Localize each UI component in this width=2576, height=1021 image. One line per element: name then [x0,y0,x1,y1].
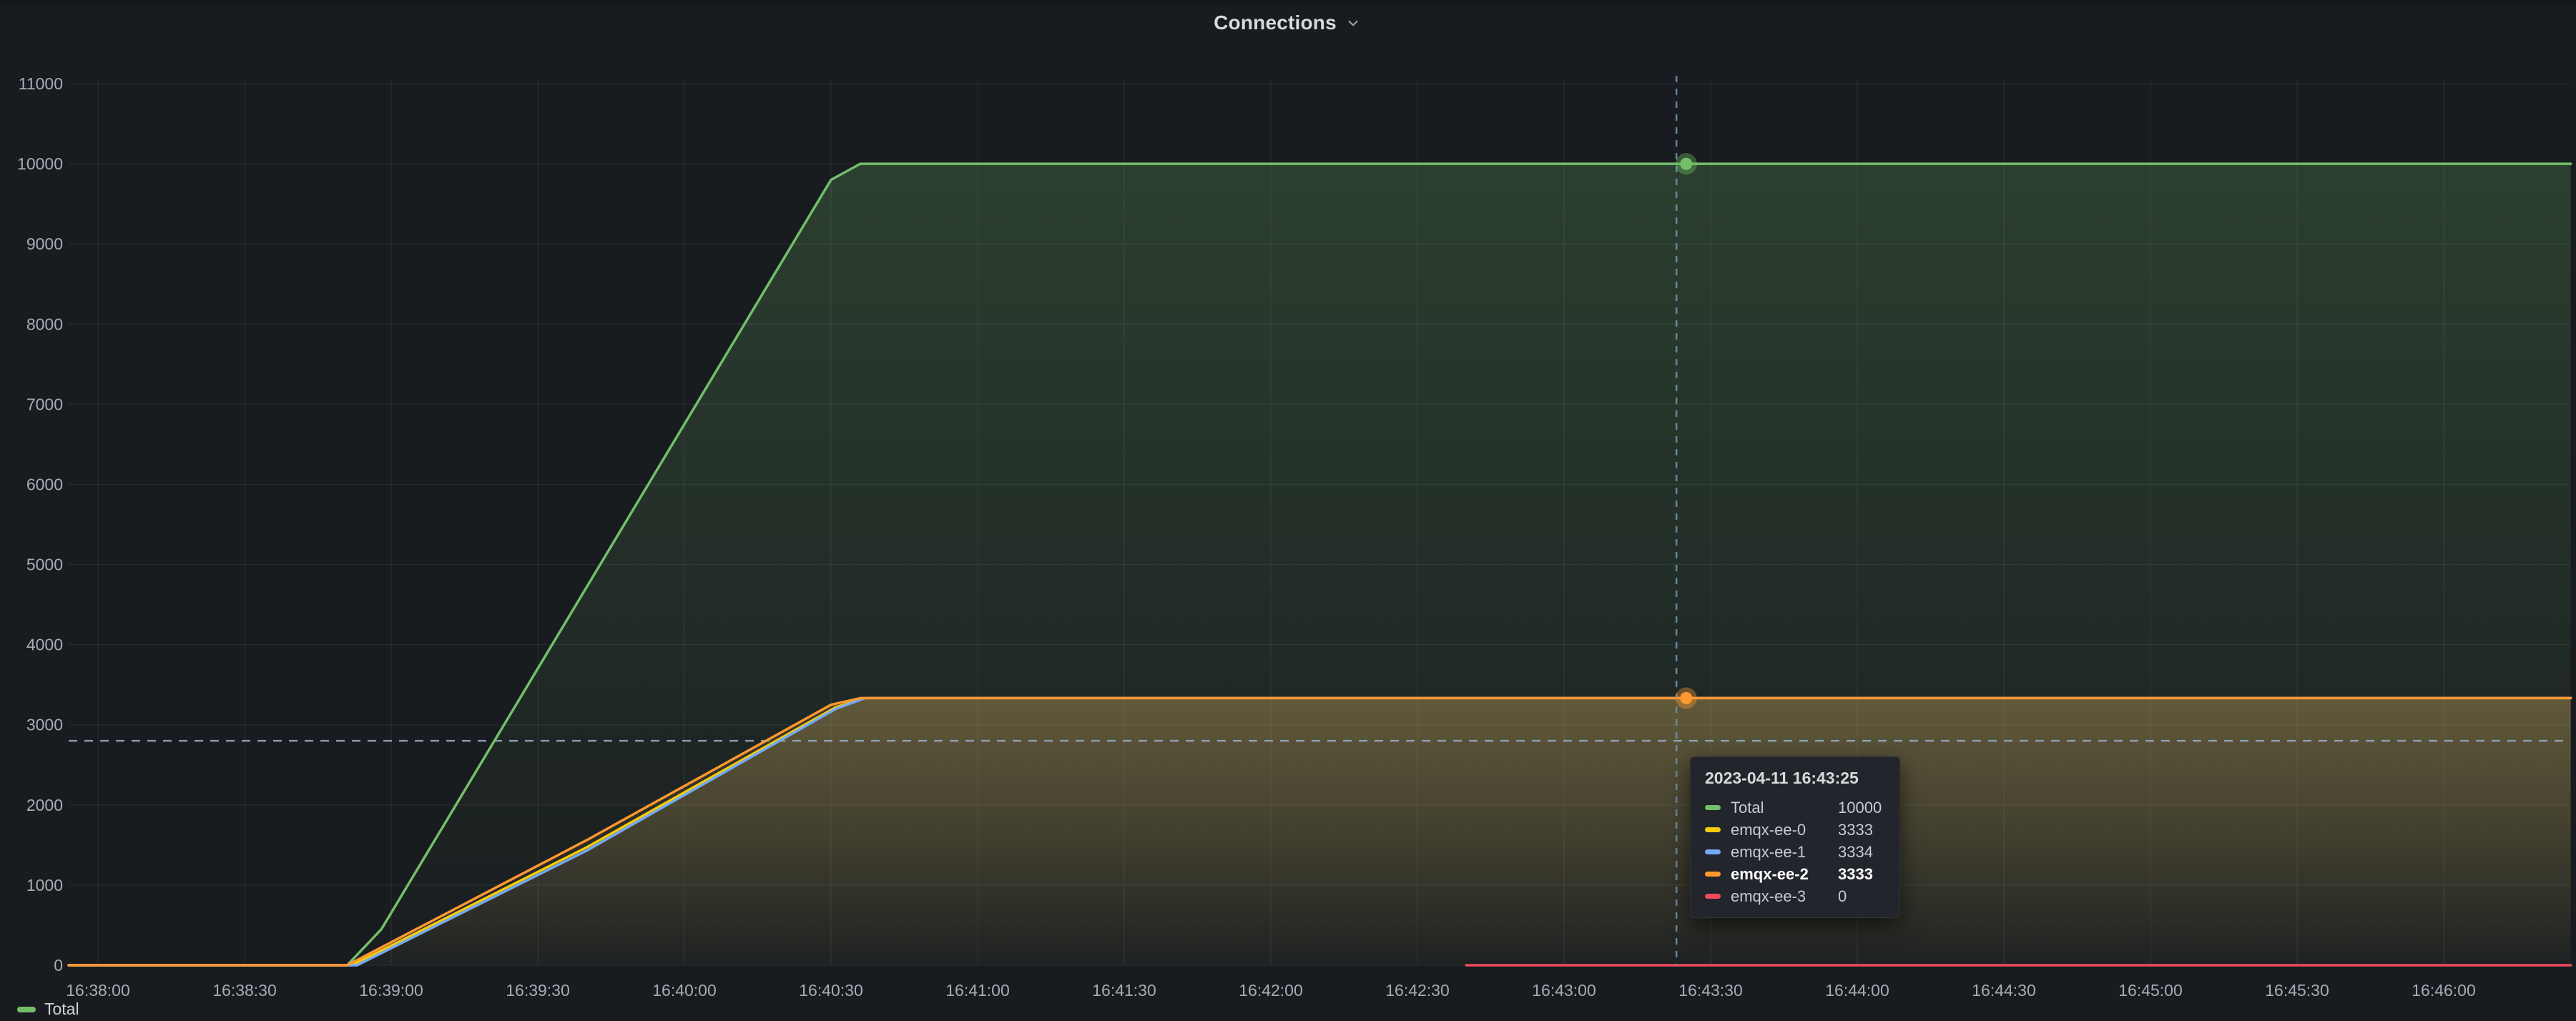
tooltip-row: emqx-ee-2 3333 [1705,863,1885,885]
x-tick-label: 16:38:00 [66,981,130,1000]
series-swatch-total [1705,805,1721,810]
tooltip: 2023-04-11 16:43:25 Total 10000 emqx-ee-… [1690,756,1900,918]
x-tick-label: 16:44:00 [1825,981,1889,1000]
tooltip-series-label: emqx-ee-2 [1731,865,1838,884]
hover-marker-emqx-ee-2 [1680,692,1692,704]
tooltip-row: emqx-ee-3 0 [1705,885,1885,907]
timeseries-chart-canvas[interactable]: 0 1000 2000 3000 4000 5000 6000 7000 8000 9000 100… [0,0,2576,1021]
x-tick-label: 16:43:00 [1532,981,1596,1000]
x-tick-label: 16:44:30 [1972,981,2036,1000]
y-tick-label: 4000 [26,636,63,654]
panel-header[interactable]: Connections [0,7,2576,39]
y-tick-label: 0 [54,956,63,975]
x-tick-label: 16:42:00 [1239,981,1303,1000]
tooltip-row: Total 10000 [1705,796,1885,819]
x-tick-label: 16:41:30 [1092,981,1156,1000]
series-swatch-emqx-ee-3 [1705,894,1721,899]
x-tick-label: 16:45:30 [2265,981,2329,1000]
tooltip-row: emqx-ee-0 3333 [1705,819,1885,841]
y-tick-label: 11000 [19,74,63,93]
y-tick-label: 2000 [26,796,63,814]
x-tick-label: 16:42:30 [1385,981,1450,1000]
y-tick-label: 7000 [26,395,63,413]
x-tick-label: 16:38:30 [212,981,277,1000]
tooltip-row: emqx-ee-1 3334 [1705,841,1885,863]
y-tick-label: 6000 [26,475,63,493]
x-tick-label: 16:46:00 [2412,981,2476,1000]
panel-title: Connections [1214,11,1337,34]
y-tick-label: 3000 [26,716,63,734]
tooltip-timestamp: 2023-04-11 16:43:25 [1705,769,1885,788]
series-swatch-emqx-ee-1 [1705,849,1721,854]
y-tick-label: 5000 [26,556,63,574]
chevron-down-icon [1344,14,1362,32]
tooltip-series-value: 3333 [1838,865,1885,884]
series-swatch-emqx-ee-2 [1705,872,1721,877]
x-tick-label: 16:43:30 [1678,981,1743,1000]
legend: Total [17,1000,79,1019]
tooltip-series-value: 3333 [1838,821,1885,839]
x-tick-label: 16:39:00 [359,981,423,1000]
hover-marker-total [1680,158,1692,170]
y-tick-label: 10000 [17,154,63,173]
x-tick-label: 16:41:00 [945,981,1010,1000]
tooltip-series-label: emqx-ee-1 [1731,843,1838,862]
tooltip-series-label: Total [1731,799,1838,817]
x-tick-label: 16:40:30 [799,981,863,1000]
tooltip-series-label: emqx-ee-0 [1731,821,1838,839]
legend-swatch-total [17,1007,36,1012]
x-tick-label: 16:45:00 [2118,981,2183,1000]
y-tick-label: 1000 [26,876,63,894]
x-tick-label: 16:40:00 [652,981,717,1000]
y-tick-label: 8000 [26,315,63,333]
series-swatch-emqx-ee-0 [1705,827,1721,832]
legend-item-total[interactable]: Total [44,1000,79,1019]
x-tick-label: 16:39:30 [506,981,570,1000]
tooltip-series-value: 0 [1838,887,1885,906]
tooltip-series-value: 3334 [1838,843,1885,862]
y-tick-label: 9000 [26,235,63,253]
tooltip-series-value: 10000 [1838,799,1885,817]
tooltip-series-label: emqx-ee-3 [1731,887,1838,906]
